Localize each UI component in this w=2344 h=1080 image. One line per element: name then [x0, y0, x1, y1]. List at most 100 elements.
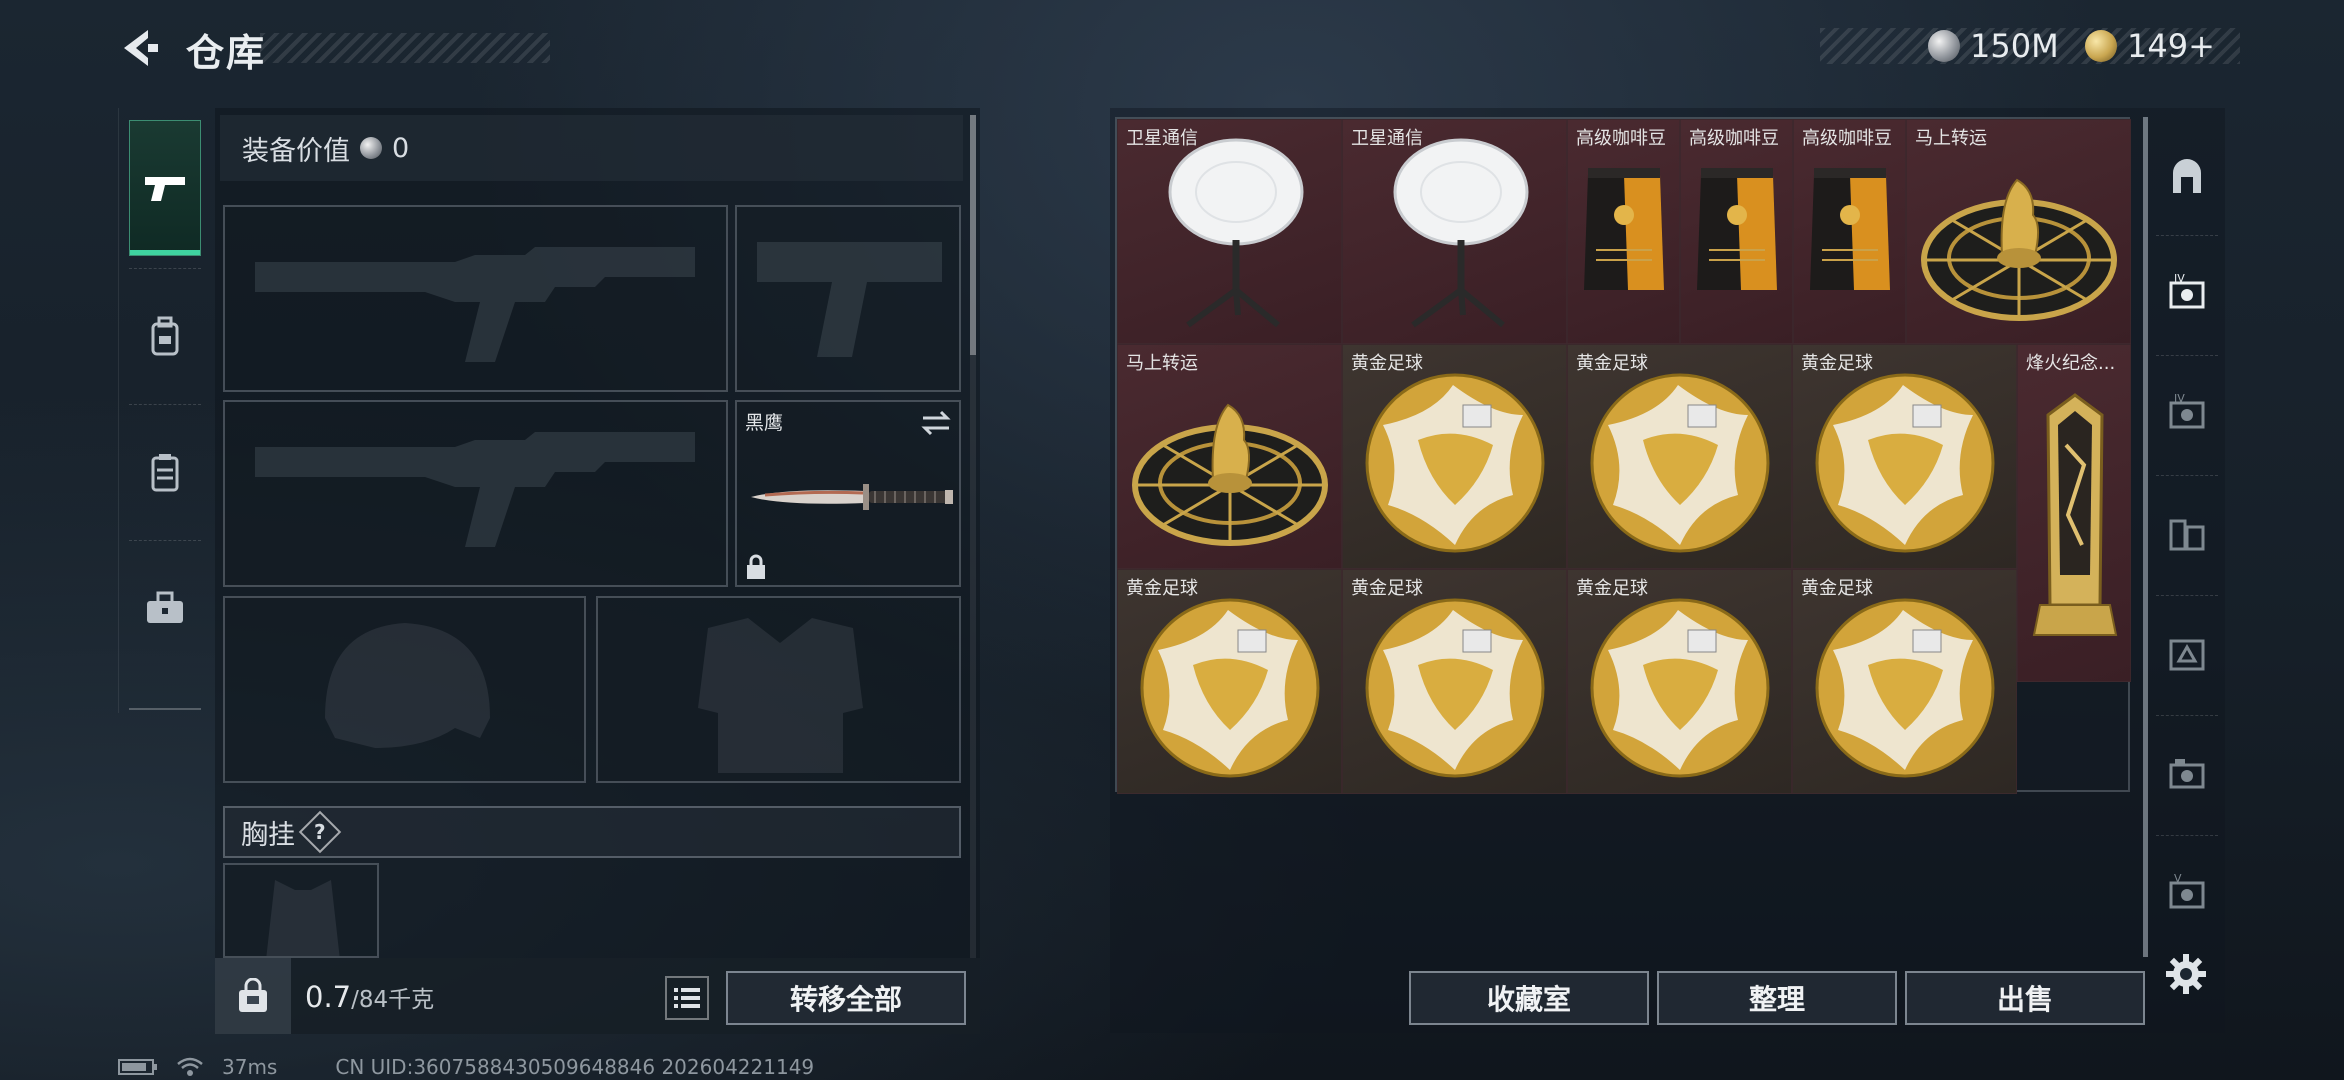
storage-iv-2-icon: IV	[2169, 393, 2205, 429]
ball-icon	[1343, 570, 1566, 793]
storage-tab-7[interactable]: V	[2152, 840, 2222, 950]
vest-silhouette-icon	[698, 618, 863, 773]
tab-divider	[2156, 475, 2218, 476]
chest-rig-label: 胸挂	[241, 819, 295, 851]
ping-value: 37ms	[222, 1055, 278, 1079]
plate-icon	[1907, 120, 2130, 343]
storage-item-plate[interactable]: 马上转运	[1906, 119, 2131, 344]
tab-divider	[2156, 715, 2218, 716]
wifi-icon	[177, 1057, 203, 1076]
swap-icon[interactable]	[921, 410, 951, 436]
storage-item-ball[interactable]: 黄金足球	[1567, 569, 1792, 794]
primary-weapon-slot-1[interactable]	[223, 205, 728, 392]
storage-item-ball[interactable]: 黄金足球	[1117, 569, 1342, 794]
storage-tab-5[interactable]	[2152, 600, 2222, 710]
storage-home-icon	[2173, 159, 2201, 193]
nav-weapons[interactable]	[129, 120, 201, 256]
storage-item-plate[interactable]: 马上转运	[1117, 344, 1342, 569]
knife-icon	[751, 484, 953, 510]
back-arrow-icon[interactable]	[118, 26, 162, 70]
weight-max: /84千克	[351, 987, 435, 1013]
pistol-icon	[145, 177, 185, 201]
melee-slot[interactable]: 黑鹰	[735, 400, 961, 587]
storage-tab-3[interactable]: IV	[2152, 360, 2222, 470]
storage-grid: 卫星通信 卫星通信 高级咖啡豆 高级咖啡豆 高级咖啡豆 马上转运 马上转运 黄金足球 黄金足球黄…	[1115, 117, 2131, 794]
left-category-nav	[118, 108, 210, 713]
uid-text: CN UID:3607588430509648846 202604221149	[335, 1055, 815, 1079]
nav-tools[interactable]	[129, 540, 201, 676]
storage-tabs: IV IV V	[2148, 108, 2226, 988]
weight-readout: 0.7/84千克	[305, 980, 434, 1014]
storage-item-name: 黄金足球	[1801, 353, 1873, 374]
list-icon	[674, 988, 700, 1008]
storage-iv-icon: IV	[2169, 273, 2205, 309]
storage-folder-icon	[2169, 519, 2205, 551]
sell-button[interactable]: 出售	[1905, 971, 2145, 1025]
help-icon[interactable]: ?	[298, 810, 342, 854]
settings-gear-icon[interactable]	[2164, 952, 2208, 996]
satellite-icon	[1118, 120, 1341, 343]
collection-room-button[interactable]: 收藏室	[1409, 971, 1649, 1025]
ball-icon	[1343, 345, 1566, 568]
storage-item-satellite[interactable]: 卫星通信	[1342, 119, 1567, 344]
storage-triangle-icon	[2169, 639, 2205, 671]
primary-weapon-slot-2[interactable]	[223, 400, 728, 587]
pistol-silhouette-icon	[757, 242, 942, 357]
weight-current: 0.7	[305, 980, 352, 1014]
storage-tab-6[interactable]	[2152, 720, 2222, 830]
storage-item-ball[interactable]: 黄金足球	[1342, 344, 1567, 569]
storage-item-ball[interactable]: 黄金足球	[1792, 569, 2017, 794]
body-armor-slot[interactable]	[596, 596, 961, 783]
storage-item-name: 卫星通信	[1126, 128, 1198, 149]
storage-item-ball[interactable]: 黄金足球	[1792, 344, 2017, 569]
storage-item-trophy[interactable]: 烽火纪念...	[2017, 344, 2131, 682]
storage-item-name: 黄金足球	[1576, 353, 1648, 374]
equipment-value-row: 装备价值 0	[220, 115, 963, 181]
silver-coin-icon	[360, 137, 382, 159]
storage-tab-4[interactable]	[2152, 480, 2222, 590]
battery-icon	[118, 1059, 157, 1075]
storage-tab-2[interactable]: IV	[2152, 240, 2222, 350]
bag-weight-button[interactable]	[215, 958, 291, 1034]
svg-text:V: V	[2174, 873, 2182, 885]
rifle-silhouette-icon	[255, 247, 695, 362]
storage-v-icon: V	[2169, 873, 2205, 909]
storage-item-coffee[interactable]: 高级咖啡豆	[1680, 119, 1793, 344]
plate-icon	[1118, 345, 1341, 568]
case-icon	[151, 454, 179, 492]
nav-container[interactable]	[129, 404, 201, 540]
page-title: 仓库	[186, 31, 267, 75]
helmet-slot[interactable]	[223, 596, 586, 783]
storage-item-name: 卫星通信	[1351, 128, 1423, 149]
tab-divider	[2156, 835, 2218, 836]
storage-item-ball[interactable]: 黄金足球	[1567, 344, 1792, 569]
silver-currency[interactable]: 150M	[1928, 26, 2059, 66]
organize-button[interactable]: 整理	[1657, 971, 1897, 1025]
storage-tab-1[interactable]	[2152, 120, 2222, 230]
storage-item-name: 黄金足球	[1576, 578, 1648, 599]
gold-currency[interactable]: 149+	[2085, 26, 2215, 66]
svg-text:IV: IV	[2174, 393, 2185, 405]
nav-armor[interactable]	[129, 268, 201, 404]
storage-item-ball[interactable]: 黄金足球	[1342, 569, 1567, 794]
weight-bag-icon	[239, 978, 267, 1012]
equipment-scroll-thumb[interactable]	[970, 115, 976, 355]
pistol-slot[interactable]	[735, 205, 961, 392]
chest-rig-slot[interactable]	[223, 863, 379, 958]
transfer-all-button[interactable]: 转移全部	[726, 971, 966, 1025]
storage-item-name: 烽火纪念...	[2026, 353, 2116, 374]
gold-amount: 149+	[2127, 27, 2215, 65]
rifle-silhouette-icon	[255, 432, 695, 547]
trophy-icon	[2018, 345, 2130, 681]
storage-item-coffee[interactable]: 高级咖啡豆	[1567, 119, 1680, 344]
storage-item-satellite[interactable]: 卫星通信	[1117, 119, 1342, 344]
status-bar: 37ms CN UID:3607588430509648846 20260422…	[118, 1055, 814, 1079]
tab-divider	[2156, 355, 2218, 356]
chest-rig-silhouette-icon	[266, 880, 340, 956]
storage-camera-icon	[2169, 759, 2205, 789]
storage-item-name: 高级咖啡豆	[1576, 128, 1666, 149]
storage-item-coffee[interactable]: 高级咖啡豆	[1793, 119, 1906, 344]
coffee-icon	[1568, 120, 1679, 343]
storage-item-name: 高级咖啡豆	[1689, 128, 1779, 149]
list-view-button[interactable]	[665, 976, 709, 1020]
